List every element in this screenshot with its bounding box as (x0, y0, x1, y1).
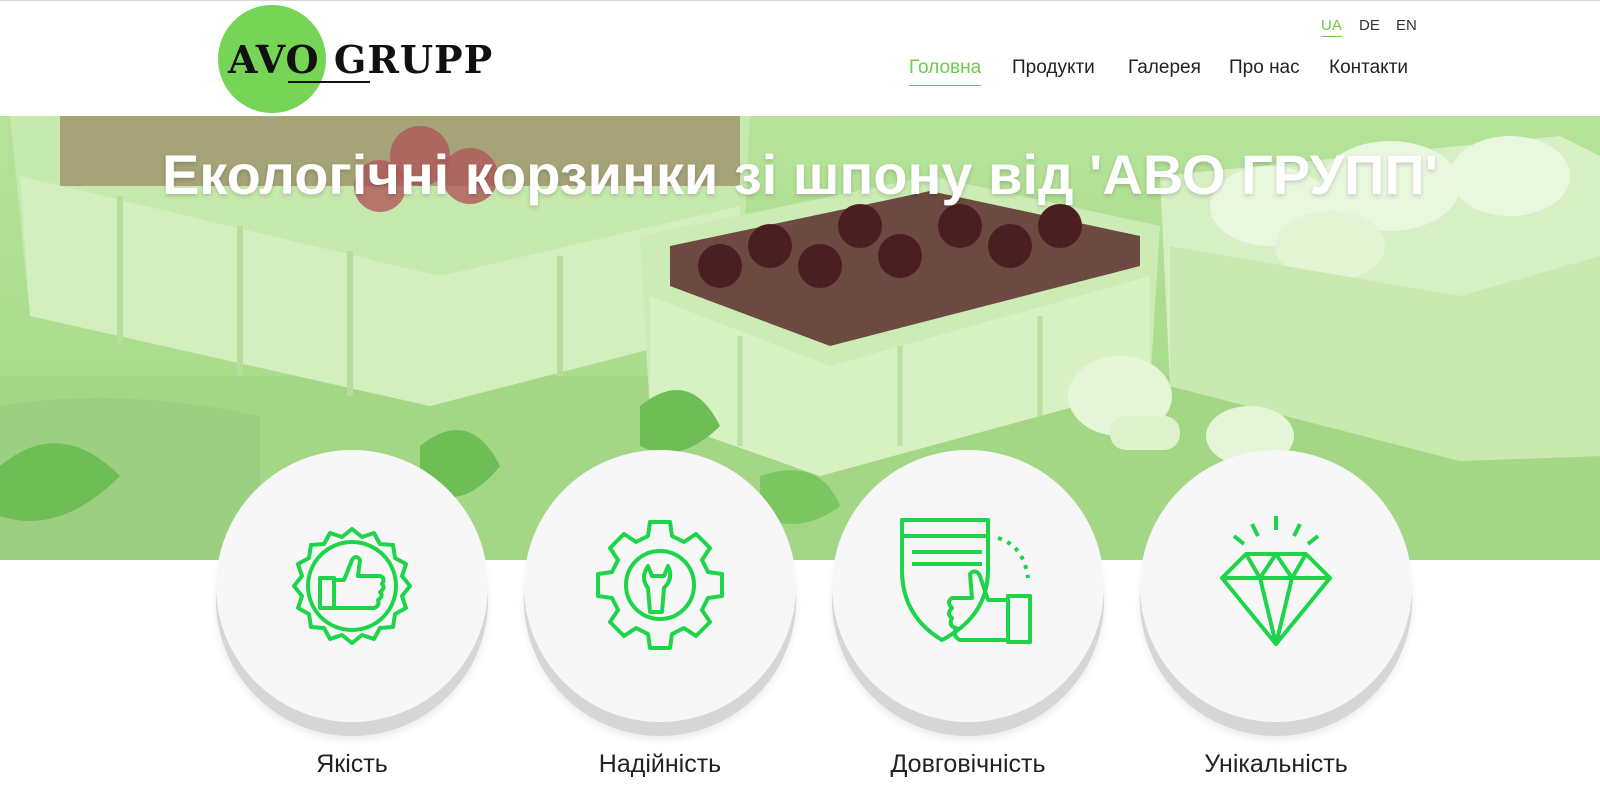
lang-en[interactable]: EN (1396, 17, 1417, 34)
shield-thumbs-up-icon (900, 518, 1032, 644)
feature-circle (1140, 450, 1412, 722)
nav-contacts[interactable]: Контакти (1329, 57, 1408, 79)
logo-underline (288, 81, 370, 83)
nav-about[interactable]: Про нас (1229, 57, 1300, 79)
feature-circle (216, 450, 488, 722)
gear-wrench-icon (596, 520, 724, 650)
feature-circle (832, 450, 1104, 722)
lang-de[interactable]: DE (1359, 17, 1380, 34)
logo-text-right: GRUPP (333, 37, 494, 82)
feature-label: Якість (316, 750, 388, 778)
nav-products[interactable]: Продукти (1012, 57, 1095, 79)
logo-text: AVO GRUPP (228, 37, 493, 82)
feature-circle (524, 450, 796, 722)
nav-home[interactable]: Головна (909, 57, 982, 86)
lang-ua[interactable]: UA (1321, 17, 1342, 37)
diamond-icon (1220, 516, 1332, 646)
hero-title: Екологічні корзинки зі шпону від 'АВО ГР… (161, 143, 1439, 206)
site-header: AVO GRUPP UA DE EN Головна Продукти Гале… (0, 0, 1600, 116)
nav-gallery[interactable]: Галерея (1128, 57, 1201, 79)
feature-label: Надійність (598, 750, 722, 778)
feature-label: Довговічність (890, 750, 1046, 778)
logo-text-left: AVO (228, 37, 320, 82)
logo[interactable]: AVO GRUPP (218, 5, 498, 117)
feature-label: Унікальність (1204, 750, 1348, 778)
thumbs-up-badge-icon (292, 527, 412, 645)
